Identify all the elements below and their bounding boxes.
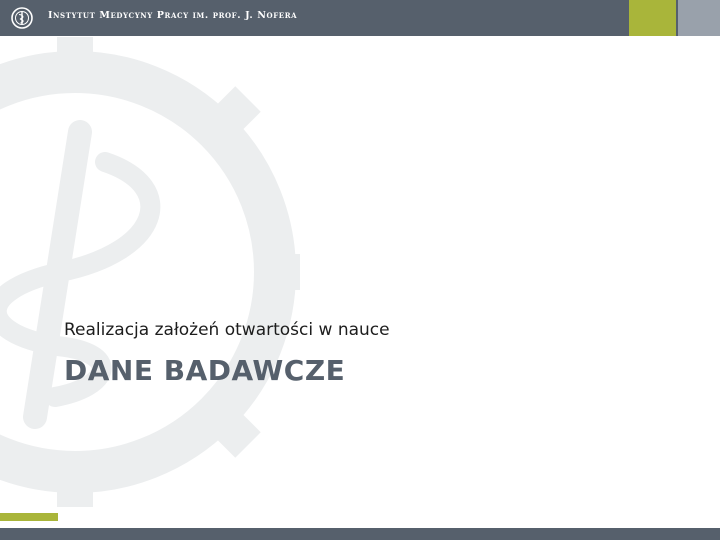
header-accent-grey [678, 0, 720, 36]
header-bar: Instytut Medycyny Pracy im. prof. J. Nof… [0, 0, 720, 36]
slide-subtitle: Realizacja założeń otwartości w nauce [64, 320, 390, 340]
gear-staff-watermark-icon [0, 37, 300, 507]
footer-bar [0, 528, 720, 540]
slide-title: DANE BADAWCZE [64, 354, 346, 387]
header-accent-green [629, 0, 676, 36]
footer-accent-green [0, 513, 58, 521]
institute-logo-icon [11, 7, 33, 29]
slide: Instytut Medycyny Pracy im. prof. J. Nof… [0, 0, 720, 540]
header-title: Instytut Medycyny Pracy im. prof. J. Nof… [48, 10, 298, 21]
